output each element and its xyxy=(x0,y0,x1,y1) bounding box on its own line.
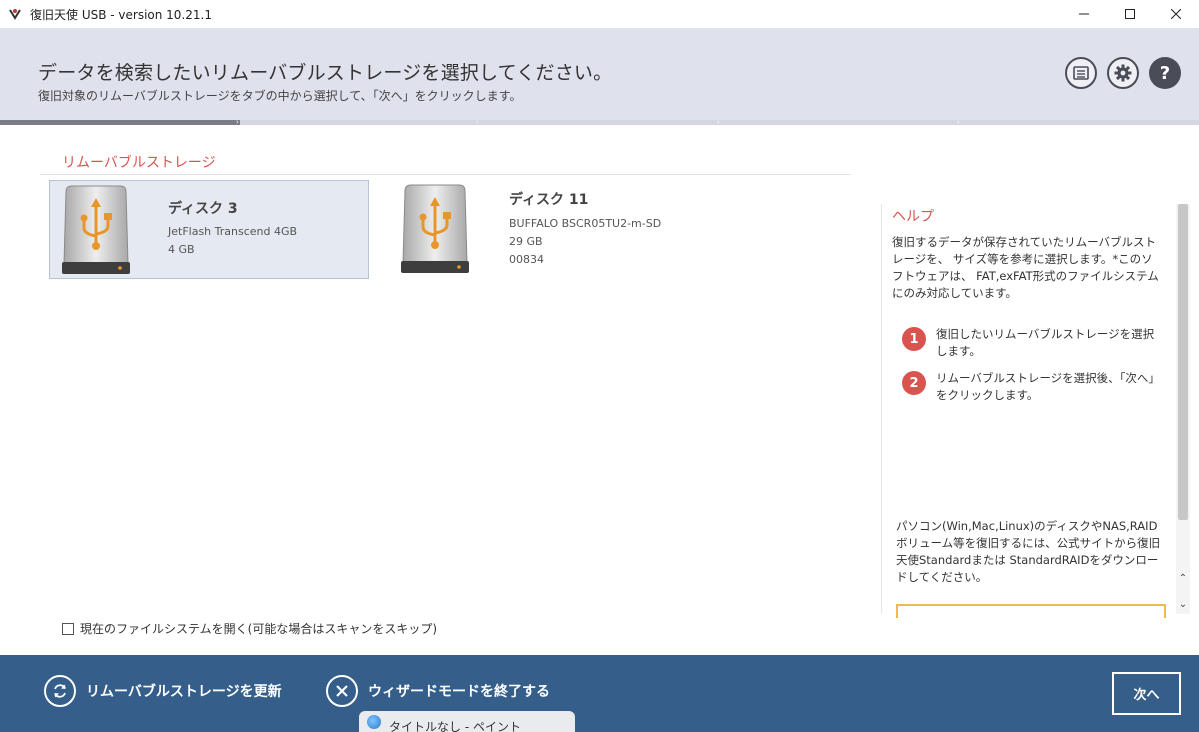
header-toolbar: ? xyxy=(1065,57,1181,89)
wizard-progress-bar: › › › › xyxy=(0,118,1199,126)
minimize-button[interactable] xyxy=(1061,0,1107,28)
minimize-icon xyxy=(1079,13,1089,15)
step-text: 復旧したいリムーバブルストレージを選択します。 xyxy=(936,327,1155,358)
disk-name: ディスク 11 xyxy=(509,192,589,208)
progress-separator: › xyxy=(236,118,239,126)
help-button[interactable]: ? xyxy=(1149,57,1181,89)
close-icon xyxy=(1171,9,1181,19)
log-button[interactable] xyxy=(1065,57,1097,89)
progress-separator: › xyxy=(957,118,960,126)
scroll-up-icon[interactable]: ⌃ xyxy=(1176,572,1190,586)
maximize-button[interactable] xyxy=(1107,0,1153,28)
maximize-icon xyxy=(1125,9,1135,19)
storage-section-title: リムーバブルストレージ xyxy=(62,155,216,171)
section-divider xyxy=(40,174,851,175)
promo-banner[interactable] xyxy=(896,604,1166,618)
disk-size: 4 GB xyxy=(168,243,195,256)
disk-model: BUFFALO BSCR05TU2-m-SD xyxy=(509,217,662,230)
scroll-down-icon[interactable]: ⌄ xyxy=(1176,598,1190,612)
progress-separator: › xyxy=(717,118,720,126)
disk-size: 29 GB xyxy=(509,235,543,248)
help-description: 復旧するデータが保存されていたリムーバブルストレージを、 サイズ等を参考に選択し… xyxy=(892,235,1159,300)
disk-item-disk-11[interactable]: ディスク 11 BUFFALO BSCR05TU2-m-SD 29 GB 008… xyxy=(389,180,709,279)
scrollbar-thumb[interactable] xyxy=(1178,204,1188,520)
close-button[interactable] xyxy=(1153,0,1199,28)
window-controls xyxy=(1061,0,1199,28)
page-title: データを検索したいリムーバブルストレージを選択してください。 xyxy=(38,62,613,84)
wizard-footer: リムーバブルストレージを更新 ウィザードモードを終了する 次へ xyxy=(0,655,1199,732)
settings-button[interactable] xyxy=(1107,57,1139,89)
open-filesystem-checkbox[interactable] xyxy=(62,622,74,635)
log-icon xyxy=(1073,66,1089,80)
help-promo-text: パソコン(Win,Mac,Linux)のディスクやNAS,RAIDボリューム等を… xyxy=(896,519,1161,584)
disk-name: ディスク 3 xyxy=(168,201,238,217)
page-subtitle: 復旧対象のリムーバブルストレージをタブの中から選択して、「次へ」をクリックします… xyxy=(38,89,522,103)
open-filesystem-option[interactable]: 現在のファイルシステムを開く(可能な場合はスキャンをスキップ) xyxy=(62,620,437,637)
disk-model: JetFlash Transcend 4GB xyxy=(168,225,298,238)
window-title: 復旧天使 USB - version 10.21.1 xyxy=(30,7,212,22)
taskbar-thumbnail[interactable]: タイトルなし - ペイント xyxy=(359,711,575,732)
help-step-1: 1 復旧したいリムーバブルストレージを選択します。 xyxy=(902,326,1156,360)
help-scrollbar[interactable]: ⌃ ⌄ xyxy=(1176,204,1190,614)
refresh-storage-button[interactable]: リムーバブルストレージを更新 xyxy=(44,675,282,707)
exit-wizard-label: ウィザードモードを終了する xyxy=(368,684,550,700)
usb-drive-icon xyxy=(401,184,469,273)
help-step-2: 2 リムーバブルストレージを選択後、「次へ」をクリックします。 xyxy=(902,370,1156,404)
app-logo-icon xyxy=(8,7,22,21)
paint-app-icon xyxy=(367,714,381,729)
progress-separator: › xyxy=(476,118,479,126)
gear-icon xyxy=(1114,64,1132,82)
help-title: ヘルプ xyxy=(892,209,934,225)
title-bar: 復旧天使 USB - version 10.21.1 xyxy=(0,0,1199,28)
step-text: リムーバブルストレージを選択後、「次へ」をクリックします。 xyxy=(936,371,1155,402)
refresh-storage-label: リムーバブルストレージを更新 xyxy=(86,684,282,700)
disk-details: JetFlash Transcend 4GB 4 GB xyxy=(168,223,297,259)
step-number-badge: 1 xyxy=(902,327,926,351)
refresh-icon xyxy=(44,675,76,707)
disk-item-disk-3[interactable]: ディスク 3 JetFlash Transcend 4GB 4 GB xyxy=(49,180,369,279)
exit-wizard-button[interactable]: ウィザードモードを終了する xyxy=(326,675,550,707)
help-panel: ヘルプ 復旧するデータが保存されていたリムーバブルストレージを、 サイズ等を参考… xyxy=(881,204,1176,618)
help-icon: ? xyxy=(1159,62,1171,84)
usb-drive-icon xyxy=(62,185,130,274)
next-button[interactable]: 次へ xyxy=(1112,672,1181,715)
wizard-header: データを検索したいリムーバブルストレージを選択してください。 復旧対象のリムーバ… xyxy=(0,28,1199,120)
step-number-badge: 2 xyxy=(902,371,926,395)
close-circle-icon xyxy=(326,675,358,707)
wizard-progress-fill xyxy=(0,120,240,125)
disk-serial: 00834 xyxy=(509,253,544,266)
disk-details: BUFFALO BSCR05TU2-m-SD 29 GB 00834 xyxy=(509,215,661,269)
open-filesystem-label: 現在のファイルシステムを開く(可能な場合はスキャンをスキップ) xyxy=(80,622,438,636)
taskbar-thumbnail-label: タイトルなし - ペイント xyxy=(389,720,521,732)
